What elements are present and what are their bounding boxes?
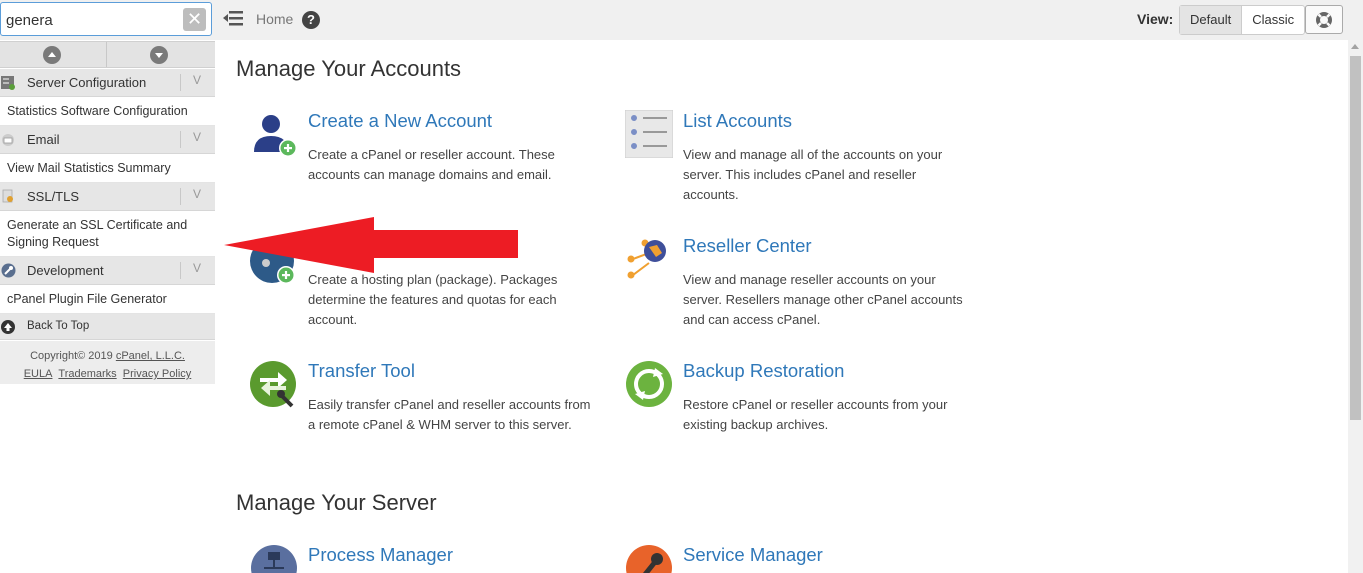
chevron-down-icon: V xyxy=(193,73,202,87)
card-description: Create a hosting plan (package). Package… xyxy=(308,272,558,327)
process-manager-link[interactable]: Process Manager xyxy=(308,544,453,566)
view-label: View: xyxy=(1137,11,1174,27)
expand-collapse-row xyxy=(0,41,215,68)
card-transfer-tool: Transfer Tool Easily transfer cPanel and… xyxy=(250,360,591,460)
search-input[interactable] xyxy=(6,9,176,31)
copyright-text: Copyright© 2019 xyxy=(30,350,113,362)
back-to-top-link[interactable]: Back To Top xyxy=(0,314,215,340)
topbar: Home ? View: Default Classic xyxy=(215,0,1363,40)
main-content: Manage Your Accounts Create a New Accoun… xyxy=(215,40,1348,573)
view-default-button[interactable]: Default xyxy=(1180,6,1243,34)
scrollbar-thumb[interactable] xyxy=(1350,56,1361,420)
page-scrollbar[interactable] xyxy=(1348,40,1363,573)
card-create-account: Create a New Account Create a cPanel or … xyxy=(250,110,590,190)
eula-link[interactable]: EULA xyxy=(24,368,53,380)
search-area: ✕ xyxy=(0,0,215,40)
divider xyxy=(180,74,181,91)
transfer-tool-icon xyxy=(250,361,296,408)
category-ssl-tls[interactable]: SSL/TLS V xyxy=(0,183,215,211)
sidebar-item-view-mail-statistics-summary[interactable]: View Mail Statistics Summary xyxy=(0,154,215,183)
account-list-icon xyxy=(625,110,673,158)
list-accounts-link[interactable]: List Accounts xyxy=(683,110,792,132)
card-list-accounts: List Accounts View and manage all of the… xyxy=(625,110,965,210)
transfer-tool-link[interactable]: Transfer Tool xyxy=(308,360,415,382)
expand-all-button[interactable] xyxy=(107,42,214,67)
sidebar-item-label: View Mail Statistics Summary xyxy=(7,161,171,175)
collapse-sidebar-icon[interactable] xyxy=(223,9,243,27)
process-manager-icon xyxy=(251,545,297,573)
email-icon xyxy=(2,134,14,146)
card-description: View and manage all of the accounts on y… xyxy=(683,147,943,202)
sidebar-item-label: cPanel Plugin File Generator xyxy=(7,292,167,306)
category-label: Development xyxy=(27,263,104,278)
chevron-down-icon xyxy=(150,46,168,64)
category-label: Server Configuration xyxy=(27,75,147,90)
service-manager-link[interactable]: Service Manager xyxy=(683,544,823,566)
wrench-icon xyxy=(1,263,16,278)
chevron-up-icon xyxy=(43,46,61,64)
sidebar-item-statistics-software-configuration[interactable]: Statistics Software Configuration xyxy=(0,97,215,126)
privacy-policy-link[interactable]: Privacy Policy xyxy=(123,368,191,380)
card-description: View and manage reseller accounts on you… xyxy=(683,272,963,327)
card-backup-restoration: Backup Restoration Restore cPanel or res… xyxy=(625,360,965,440)
reseller-network-icon xyxy=(627,239,666,279)
category-label: Email xyxy=(27,132,60,147)
card-process-manager: Process Manager xyxy=(250,544,590,573)
chevron-down-icon: V xyxy=(193,130,202,144)
backup-restoration-link[interactable]: Backup Restoration xyxy=(683,360,844,382)
add-user-icon xyxy=(254,115,297,157)
sidebar-item-label: Statistics Software Configuration xyxy=(7,104,188,118)
view-toggle: Default Classic xyxy=(1179,5,1306,35)
view-classic-button[interactable]: Classic xyxy=(1242,6,1304,34)
divider xyxy=(180,188,181,205)
section-title-manage-accounts: Manage Your Accounts xyxy=(236,56,462,81)
backup-restore-icon xyxy=(626,361,672,407)
card-description: Create a cPanel or reseller account. The… xyxy=(308,147,555,182)
help-icon[interactable]: ? xyxy=(302,11,320,29)
category-development[interactable]: Development V xyxy=(0,257,215,285)
create-account-link[interactable]: Create a New Account xyxy=(308,110,492,132)
section-title-manage-server: Manage Your Server xyxy=(236,490,437,515)
service-manager-icon xyxy=(626,545,672,573)
card-service-manager: Service Manager xyxy=(625,544,965,573)
clear-search-button[interactable]: ✕ xyxy=(183,8,206,31)
certificate-icon xyxy=(2,189,13,203)
card-description: Restore cPanel or reseller accounts from… xyxy=(683,397,948,432)
search-box: ✕ xyxy=(0,2,212,36)
back-to-top-label: Back To Top xyxy=(27,320,90,332)
sidebar-item-label: Generate an SSL Certificate and Signing … xyxy=(7,218,188,249)
category-label: SSL/TLS xyxy=(27,189,80,204)
copyright-footer: Copyright© 2019 cPanel, L.L.C. EULA Trad… xyxy=(0,341,215,384)
card-reseller-center: Reseller Center View and manage reseller… xyxy=(625,235,965,335)
annotation-arrow-icon xyxy=(224,217,518,273)
chevron-down-icon: V xyxy=(193,261,202,275)
category-server-configuration[interactable]: Server Configuration V xyxy=(0,69,215,97)
sidebar-item-cpanel-plugin-file-generator[interactable]: cPanel Plugin File Generator xyxy=(0,285,215,314)
support-button[interactable] xyxy=(1305,5,1343,34)
sidebar-item-generate-ssl-certificate[interactable]: Generate an SSL Certificate and Signing … xyxy=(0,211,215,257)
card-description: Easily transfer cPanel and reseller acco… xyxy=(308,397,591,432)
divider xyxy=(180,131,181,148)
collapse-all-button[interactable] xyxy=(0,42,107,67)
arrow-up-icon xyxy=(1,320,15,334)
lifebuoy-icon xyxy=(1316,12,1332,28)
chevron-down-icon: V xyxy=(193,187,202,201)
company-link[interactable]: cPanel, L.L.C. xyxy=(116,350,185,362)
sidebar: ✕ Server Configuration V Statistics Soft… xyxy=(0,0,215,573)
category-email[interactable]: Email V xyxy=(0,126,215,154)
divider xyxy=(180,262,181,279)
reseller-center-link[interactable]: Reseller Center xyxy=(683,235,812,257)
breadcrumb-home[interactable]: Home xyxy=(256,11,293,27)
trademarks-link[interactable]: Trademarks xyxy=(58,368,116,380)
scroll-up-arrow-icon[interactable] xyxy=(1351,44,1359,49)
server-icon xyxy=(1,76,15,90)
